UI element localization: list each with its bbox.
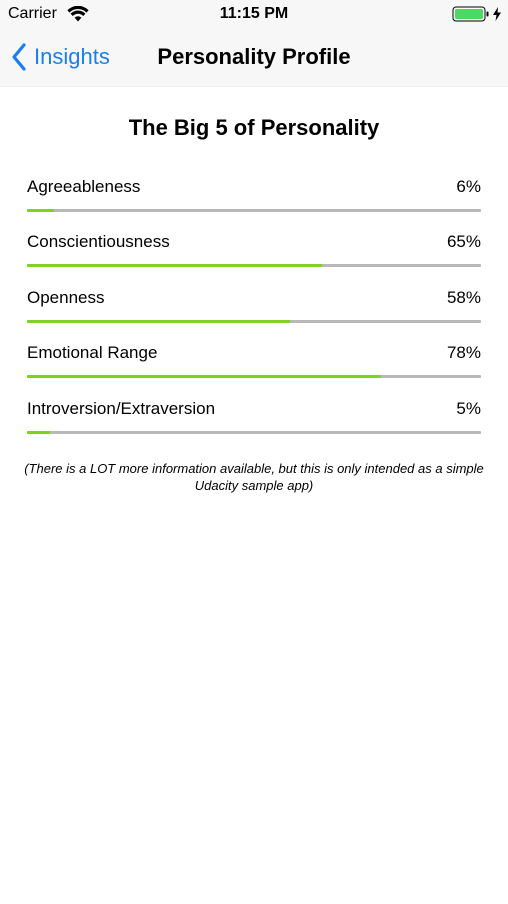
battery-icon bbox=[452, 6, 489, 22]
section-title: The Big 5 of Personality bbox=[128, 115, 380, 140]
trait-progress-track bbox=[27, 375, 481, 378]
trait-progress-fill bbox=[27, 375, 382, 378]
trait-value: 65% bbox=[446, 232, 481, 251]
trait-progress-fill bbox=[27, 209, 55, 212]
footnote: (There is a LOT more information availab… bbox=[24, 461, 484, 493]
navigation-bar: Insights Personality Profile bbox=[0, 28, 508, 87]
status-time: 11:15 PM bbox=[219, 5, 289, 22]
page-title: Personality Profile bbox=[157, 44, 351, 69]
trait-name: Emotional Range bbox=[27, 343, 158, 362]
trait-progress-fill bbox=[27, 320, 291, 323]
trait-row-openness: Openness 58% bbox=[27, 288, 481, 328]
trait-row-introversion-extraversion: Introversion/Extraversion 5% bbox=[27, 399, 481, 439]
trait-progress-track bbox=[27, 264, 481, 267]
trait-value: 78% bbox=[446, 343, 481, 362]
charging-icon bbox=[493, 7, 501, 21]
trait-progress-fill bbox=[27, 431, 50, 434]
trait-name: Agreeableness bbox=[27, 177, 141, 196]
trait-progress-fill bbox=[27, 264, 323, 267]
trait-progress-track bbox=[27, 431, 481, 434]
trait-row-emotional-range: Emotional Range 78% bbox=[27, 343, 481, 383]
trait-name: Conscientiousness bbox=[27, 232, 170, 251]
trait-name: Introversion/Extraversion bbox=[27, 399, 216, 418]
trait-progress-track bbox=[27, 320, 481, 323]
trait-row-agreeableness: Agreeableness 6% bbox=[27, 177, 481, 217]
status-bar: Carrier 11:15 PM bbox=[0, 0, 508, 28]
trait-name: Openness bbox=[27, 288, 105, 307]
trait-value: 5% bbox=[456, 399, 481, 418]
trait-progress-track bbox=[27, 209, 481, 212]
trait-row-conscientiousness: Conscientiousness 65% bbox=[27, 232, 481, 272]
trait-value: 58% bbox=[446, 288, 481, 307]
trait-value: 6% bbox=[456, 177, 481, 196]
